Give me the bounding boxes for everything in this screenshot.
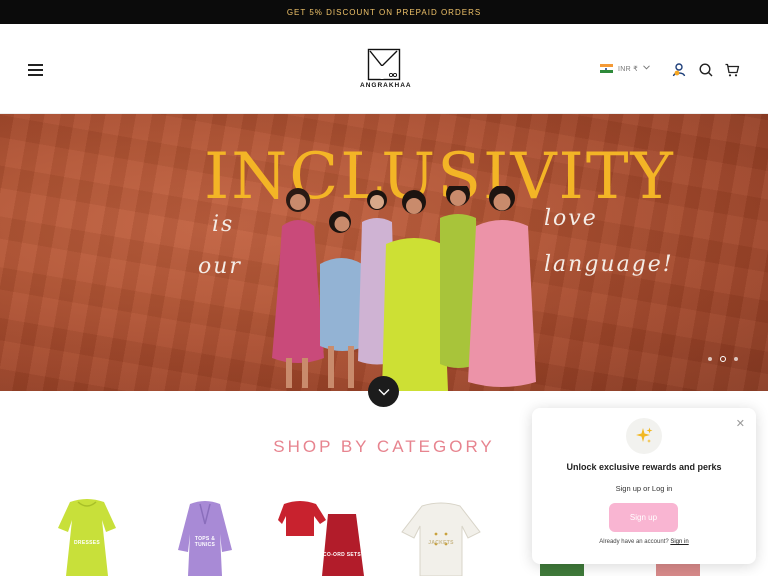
brand-logo[interactable]: ANGRAKHAA: [360, 48, 412, 94]
hero-script-is: is: [212, 212, 235, 237]
category-item-coord-sets[interactable]: CO-ORD SETS: [278, 494, 368, 576]
category-item-partial[interactable]: [656, 562, 700, 576]
top-image: [178, 501, 232, 576]
coord-set-image: [278, 501, 364, 576]
currency-label: INR ₹: [618, 65, 638, 73]
menu-icon[interactable]: [28, 64, 44, 76]
slide-dots: [708, 356, 738, 362]
hero-script-our: our: [198, 254, 242, 279]
india-flag-icon: [600, 64, 613, 73]
category-item-tops[interactable]: TOPS & TUNICS: [160, 494, 250, 576]
hero-models-image: [272, 186, 536, 391]
hero-banner[interactable]: INCLUSIVITY is our love language!: [0, 114, 768, 391]
slide-dot[interactable]: [734, 357, 738, 361]
dress-image: [58, 499, 116, 576]
sign-in-link[interactable]: Sign in: [670, 539, 688, 545]
announcement-text: GET 5% DISCOUNT ON PREPAID ORDERS: [286, 7, 482, 17]
category-label: TOPS & TUNICS: [194, 536, 216, 548]
slide-dot-active[interactable]: [720, 356, 726, 362]
logo-mark-icon: [367, 48, 401, 81]
slide-dot[interactable]: [708, 357, 712, 361]
category-label: DRESSES: [74, 540, 100, 546]
category-item-jackets[interactable]: JACKETS: [396, 494, 486, 576]
hero-script-language: language!: [544, 252, 674, 277]
rewards-popup: ✕ Unlock exclusive rewards and perks Sig…: [532, 408, 756, 564]
chevron-down-icon: [643, 65, 650, 72]
jacket-image: [401, 502, 481, 576]
popup-heading: Unlock exclusive rewards and perks: [566, 462, 722, 472]
search-icon[interactable]: [698, 62, 714, 78]
chevron-down-icon: [378, 388, 389, 395]
currency-selector[interactable]: INR ₹: [600, 64, 650, 73]
popup-subtext: Sign up or Log in: [615, 484, 673, 493]
scroll-down-button[interactable]: [368, 376, 399, 407]
brand-name: ANGRAKHAA: [360, 82, 412, 89]
announcement-bar: GET 5% DISCOUNT ON PREPAID ORDERS: [0, 0, 768, 24]
sparkle-icon: [626, 418, 662, 454]
popup-footer-text: Already have an account?: [599, 539, 669, 545]
account-icon[interactable]: [671, 62, 687, 78]
category-label: JACKETS: [428, 540, 454, 546]
category-item-dresses[interactable]: DRESSES: [42, 494, 132, 576]
cart-icon[interactable]: [724, 62, 740, 78]
close-icon[interactable]: ✕: [736, 417, 745, 430]
site-header: ANGRAKHAA INR ₹: [0, 24, 768, 114]
category-label: CO-ORD SETS: [322, 552, 362, 558]
sign-up-button[interactable]: Sign up: [609, 503, 678, 532]
popup-footer: Already have an account? Sign in: [532, 539, 756, 545]
hero-script-love: love: [544, 206, 598, 231]
category-item-partial[interactable]: [540, 562, 584, 576]
